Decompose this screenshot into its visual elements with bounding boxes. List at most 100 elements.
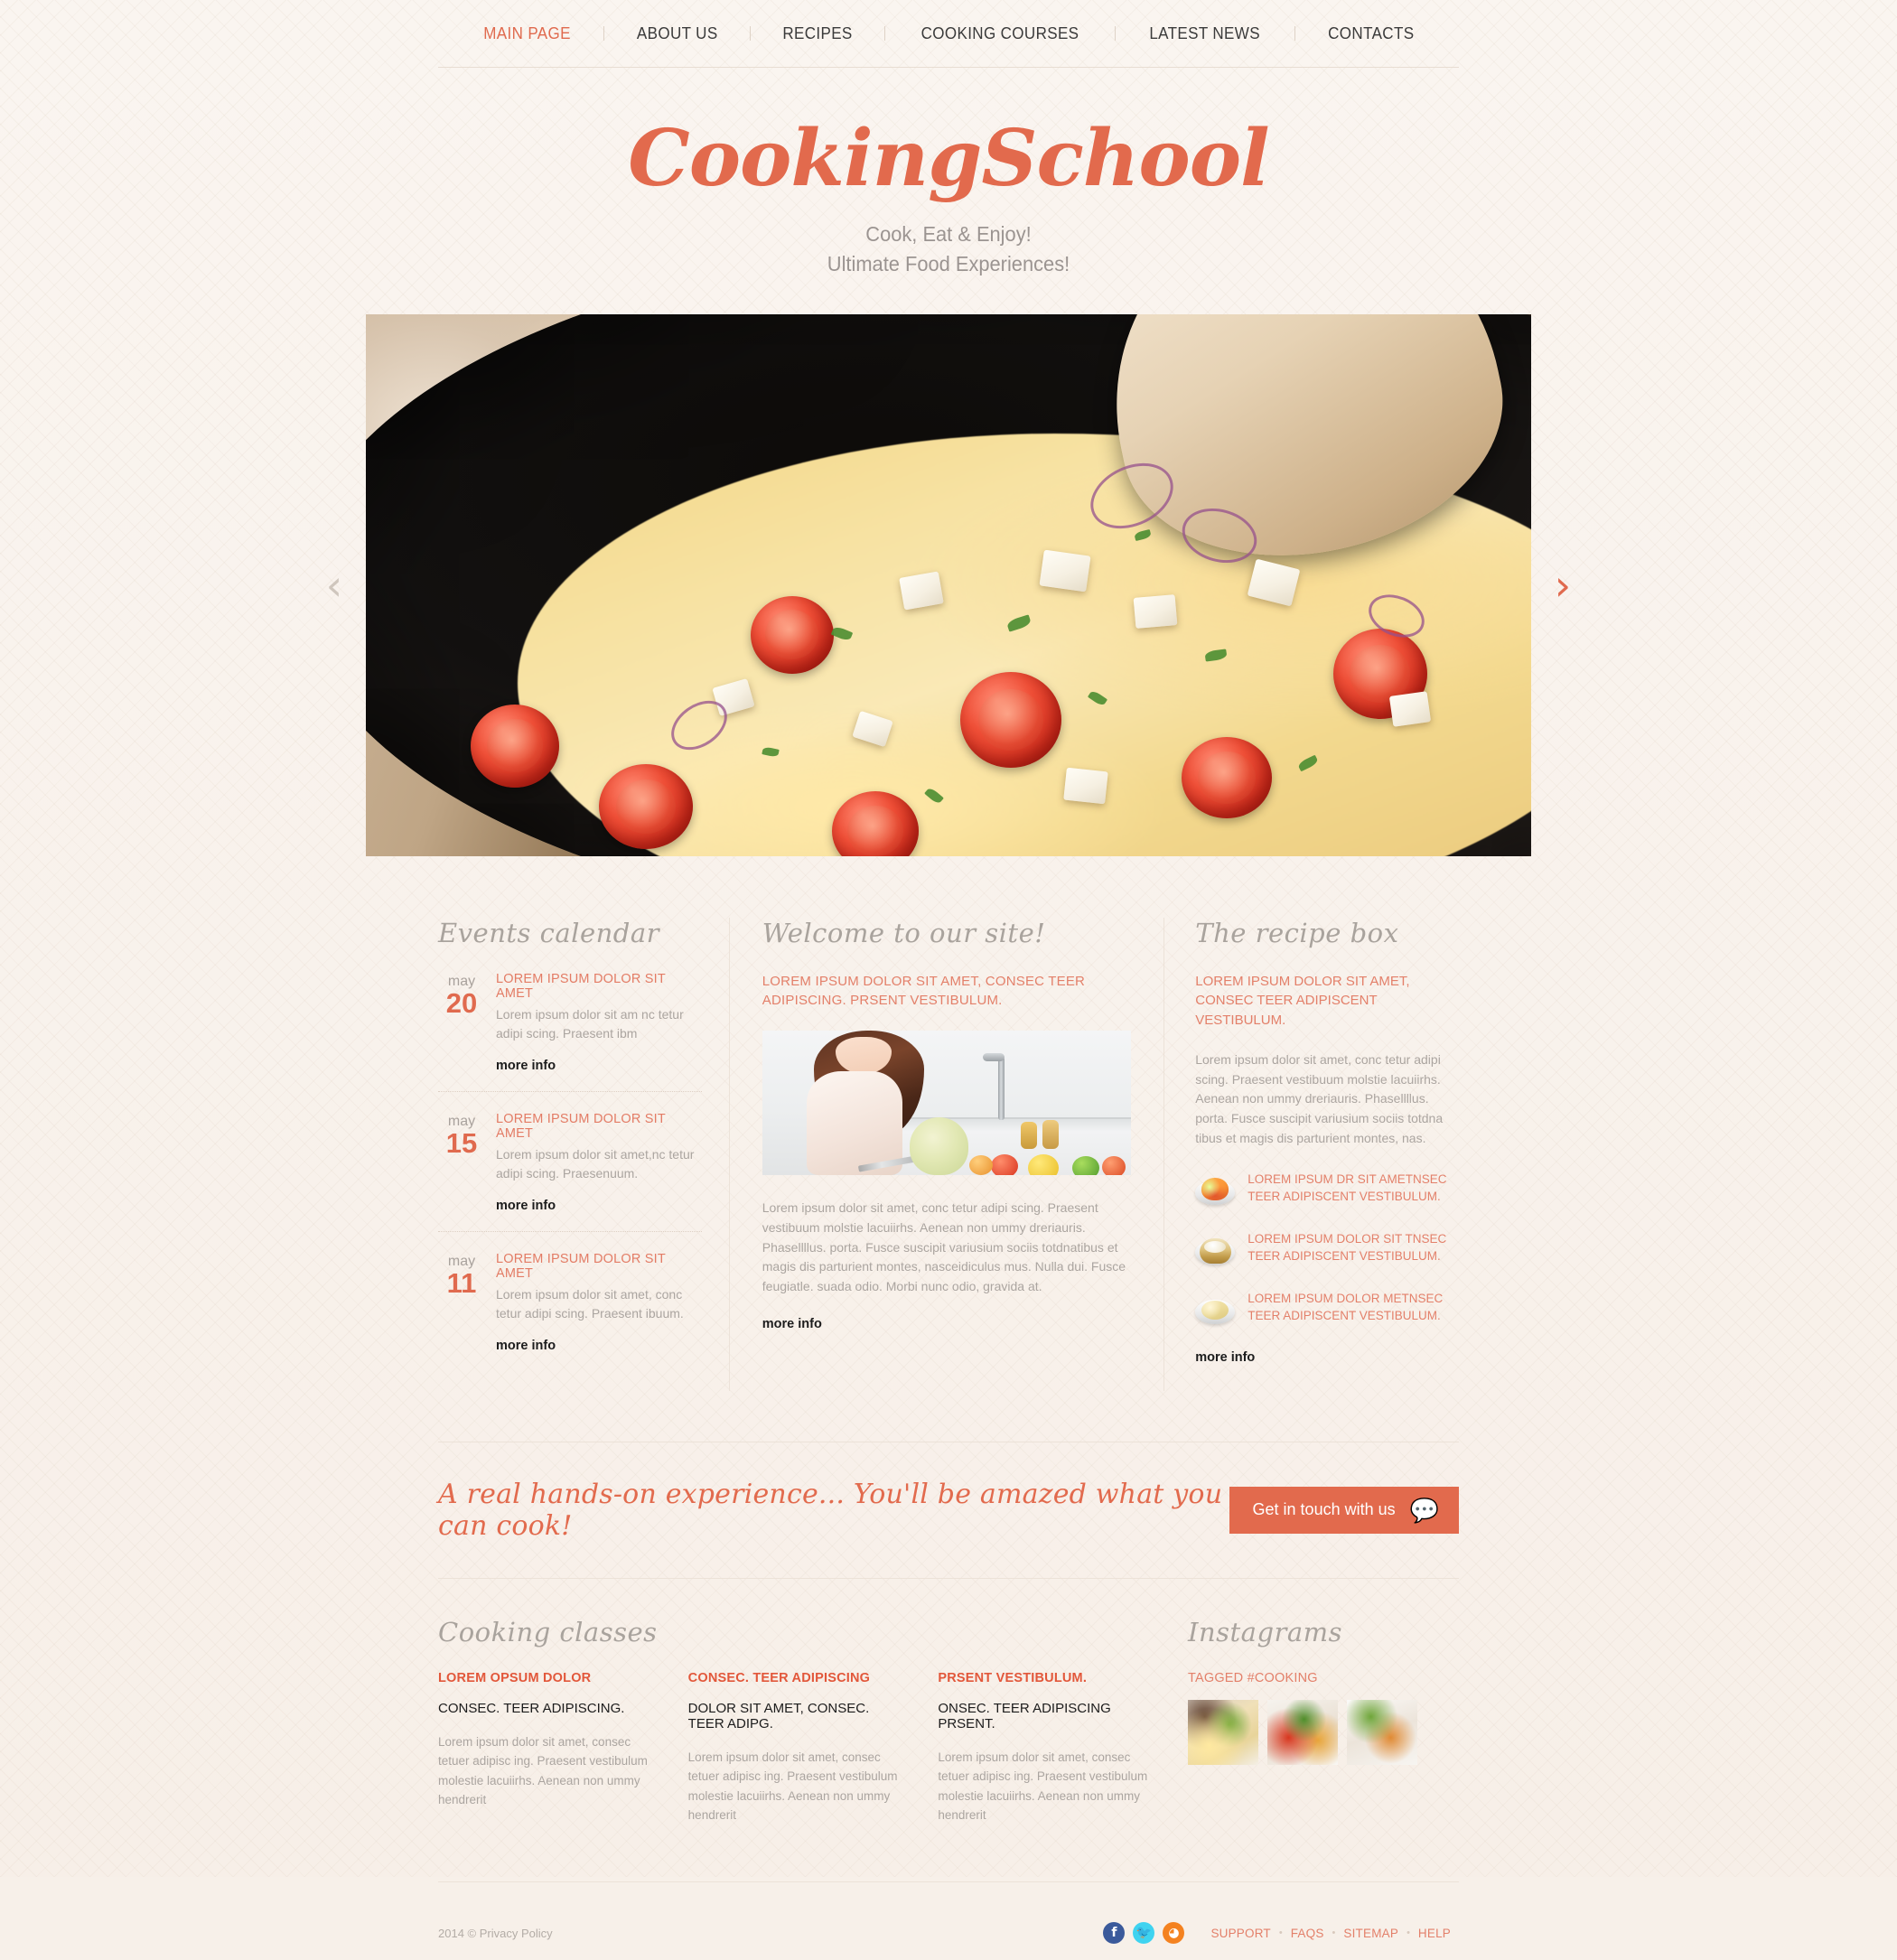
- class-subtitle: CONSEC. TEER ADIPISCING.: [438, 1700, 625, 1716]
- nav-separator: [750, 26, 752, 41]
- welcome-body-text: Lorem ipsum dolor sit amet, conc tetur a…: [762, 1200, 1126, 1293]
- welcome-heading: Welcome to our site!: [762, 917, 1046, 948]
- event-date: may 15: [438, 1112, 485, 1213]
- class-column: LOREM OPSUM DOLOR CONSEC. TEER ADIPISCIN…: [438, 1671, 688, 1825]
- instagram-thumbnail[interactable]: [1347, 1699, 1417, 1765]
- footer-right-group: f 🐦 ◕ SUPPORT • FAQS • SITEMAP • HELP: [1103, 1922, 1459, 1945]
- instagram-thumbnail[interactable]: [1188, 1699, 1258, 1765]
- welcome-photo: [762, 1031, 1132, 1176]
- chevron-right-icon[interactable]: ›: [1547, 565, 1578, 606]
- event-item: may 11 LOREM IPSUM DOLOR SIT AMET Lorem …: [438, 1252, 702, 1371]
- event-description: Lorem ipsum dolor sit am nc tetur adipi …: [496, 1006, 684, 1041]
- event-more-info-link[interactable]: more info: [496, 1339, 702, 1353]
- class-title[interactable]: CONSEC. TEER ADIPISCING: [688, 1671, 909, 1685]
- class-column: CONSEC. TEER ADIPISCING DOLOR SIT AMET, …: [688, 1671, 939, 1825]
- nav-separator: [1294, 26, 1295, 41]
- page-footer: 2014 © Privacy Policy f 🐦 ◕ SUPPORT • FA…: [438, 1881, 1459, 1960]
- event-day: 20: [445, 987, 478, 1020]
- event-title[interactable]: LOREM IPSUM DOLOR SIT AMET: [496, 1252, 702, 1281]
- stir-fry-plate-icon: [1195, 1171, 1236, 1211]
- nav-item-latest-news[interactable]: LATEST NEWS: [1123, 23, 1286, 43]
- hero-slider-row: ‹ ›: [0, 313, 1897, 856]
- call-to-action-banner: A real hands-on experience... You'll be …: [438, 1441, 1459, 1579]
- site-branding: CookingSchool Cook, Eat & Enjoy! Ultimat…: [0, 120, 1897, 280]
- event-title[interactable]: LOREM IPSUM DOLOR SIT AMET: [496, 1112, 702, 1141]
- twitter-icon[interactable]: 🐦: [1133, 1922, 1155, 1945]
- recipe-item-title[interactable]: LOREM IPSUM DOLOR SIT TNSEC TEER ADIPISC…: [1248, 1231, 1459, 1265]
- cooking-classes-section: Cooking classes LOREM OPSUM DOLOR CONSEC…: [438, 1617, 1188, 1825]
- event-item: may 20 LOREM IPSUM DOLOR SIT AMET Lorem …: [438, 972, 702, 1092]
- page-root: MAIN PAGE ABOUT US RECIPES COOKING COURS…: [0, 0, 1897, 1960]
- event-item: may 15 LOREM IPSUM DOLOR SIT AMET Lorem …: [438, 1112, 702, 1232]
- events-calendar-heading: Events calendar: [438, 917, 660, 948]
- instagrams-heading: Instagrams: [1188, 1616, 1343, 1647]
- welcome-lead-text: LOREM IPSUM DOLOR SIT AMET, CONSEC TEER …: [762, 973, 1086, 1009]
- recipe-list-item[interactable]: LOREM IPSUM DR SIT AMETNSEC TEER ADIPISC…: [1195, 1171, 1459, 1211]
- chevron-left-icon[interactable]: ‹: [319, 565, 350, 606]
- get-in-touch-button-label: Get in touch with us: [1252, 1500, 1396, 1519]
- event-body: LOREM IPSUM DOLOR SIT AMET Lorem ipsum d…: [485, 972, 702, 1073]
- footer-link-faqs[interactable]: FAQS: [1283, 1927, 1332, 1940]
- event-more-info-link[interactable]: more info: [496, 1059, 702, 1073]
- tagline-line-2: Ultimate Food Experiences!: [827, 252, 1070, 276]
- event-title[interactable]: LOREM IPSUM DOLOR SIT AMET: [496, 972, 702, 1001]
- main-menu: MAIN PAGE ABOUT US RECIPES COOKING COURS…: [438, 23, 1459, 43]
- cooking-classes-grid: LOREM OPSUM DOLOR CONSEC. TEER ADIPISCIN…: [438, 1671, 1188, 1825]
- instagrams-section: Instagrams TAGGED #COOKING: [1188, 1617, 1459, 1825]
- events-calendar-section: Events calendar may 20 LOREM IPSUM DOLOR…: [438, 918, 729, 1391]
- recipe-item-title[interactable]: LOREM IPSUM DR SIT AMETNSEC TEER ADIPISC…: [1248, 1171, 1459, 1206]
- lower-content: Cooking classes LOREM OPSUM DOLOR CONSEC…: [438, 1617, 1459, 1825]
- content-columns: Events calendar may 20 LOREM IPSUM DOLOR…: [438, 917, 1459, 1391]
- nav-item-contacts[interactable]: CONTACTS: [1301, 23, 1440, 43]
- recipe-item-title[interactable]: LOREM IPSUM DOLOR METNSEC TEER ADIPISCEN…: [1248, 1291, 1459, 1325]
- instagram-thumbnail[interactable]: [1267, 1699, 1338, 1765]
- class-title[interactable]: LOREM OPSUM DOLOR: [438, 1671, 659, 1685]
- hero-slide-image: [366, 313, 1531, 856]
- cooking-classes-heading: Cooking classes: [438, 1616, 658, 1647]
- welcome-section: Welcome to our site! LOREM IPSUM DOLOR S…: [728, 917, 1165, 1391]
- recipe-box-section: The recipe box LOREM IPSUM DOLOR SIT AME…: [1164, 918, 1459, 1391]
- facebook-icon[interactable]: f: [1103, 1922, 1126, 1945]
- recipe-box-heading: The recipe box: [1195, 917, 1399, 948]
- nav-item-about-us[interactable]: ABOUT US: [610, 23, 744, 43]
- footer-link-help[interactable]: HELP: [1410, 1927, 1459, 1940]
- top-navigation-bar: MAIN PAGE ABOUT US RECIPES COOKING COURS…: [438, 0, 1459, 68]
- tagline-line-1: Cook, Eat & Enjoy!: [865, 222, 1032, 246]
- nav-separator: [603, 26, 604, 41]
- welcome-more-info-link[interactable]: more info: [762, 1317, 1131, 1331]
- event-description: Lorem ipsum dolor sit amet,nc tetur adip…: [496, 1146, 695, 1181]
- site-tagline: Cook, Eat & Enjoy! Ultimate Food Experie…: [48, 219, 1850, 280]
- nav-separator: [1115, 26, 1117, 41]
- recipe-box-lead-text: LOREM IPSUM DOLOR SIT AMET, CONSEC TEER …: [1195, 973, 1410, 1029]
- class-description: Lorem ipsum dolor sit amet, consec tetue…: [687, 1750, 898, 1823]
- recipe-box-body-text: Lorem ipsum dolor sit amet, conc tetur a…: [1195, 1051, 1444, 1145]
- event-day: 15: [445, 1127, 478, 1160]
- footer-link-support[interactable]: SUPPORT: [1202, 1927, 1278, 1940]
- event-date: may 11: [438, 1252, 485, 1353]
- event-body: LOREM IPSUM DOLOR SIT AMET Lorem ipsum d…: [485, 1252, 702, 1353]
- nav-item-recipes[interactable]: RECIPES: [756, 23, 879, 43]
- rice-plate-icon: [1195, 1291, 1236, 1330]
- event-day: 11: [446, 1267, 477, 1300]
- recipe-box-more-info-link[interactable]: more info: [1195, 1350, 1459, 1365]
- instagrams-thumbnail-row: [1188, 1699, 1459, 1765]
- nav-separator: [884, 26, 886, 41]
- nav-item-main-page[interactable]: MAIN PAGE: [457, 23, 598, 43]
- class-subtitle: ONSEC. TEER ADIPISCING PRSENT.: [938, 1700, 1111, 1731]
- event-date: may 20: [438, 972, 485, 1073]
- rss-icon[interactable]: ◕: [1163, 1922, 1185, 1945]
- class-column: PRSENT VESTIBULUM. ONSEC. TEER ADIPISCIN…: [938, 1671, 1188, 1825]
- event-more-info-link[interactable]: more info: [496, 1199, 702, 1213]
- recipe-list-item[interactable]: LOREM IPSUM DOLOR SIT TNSEC TEER ADIPISC…: [1195, 1231, 1459, 1271]
- class-description: Lorem ipsum dolor sit amet, consec tetue…: [938, 1750, 1148, 1823]
- speech-bubble-icon: 💬: [1409, 1496, 1439, 1524]
- hero-slider[interactable]: [366, 313, 1531, 856]
- nav-item-cooking-courses[interactable]: COOKING COURSES: [894, 23, 1106, 43]
- class-description: Lorem ipsum dolor sit amet, consec tetue…: [438, 1734, 648, 1807]
- recipe-list-item[interactable]: LOREM IPSUM DOLOR METNSEC TEER ADIPISCEN…: [1195, 1291, 1459, 1330]
- get-in-touch-button[interactable]: Get in touch with us 💬: [1229, 1486, 1459, 1534]
- site-logo-title[interactable]: CookingSchool: [0, 120, 1897, 198]
- footer-link-sitemap[interactable]: SITEMAP: [1335, 1927, 1406, 1940]
- class-title[interactable]: PRSENT VESTIBULUM.: [938, 1671, 1158, 1685]
- event-description: Lorem ipsum dolor sit amet, conc tetur a…: [496, 1286, 684, 1321]
